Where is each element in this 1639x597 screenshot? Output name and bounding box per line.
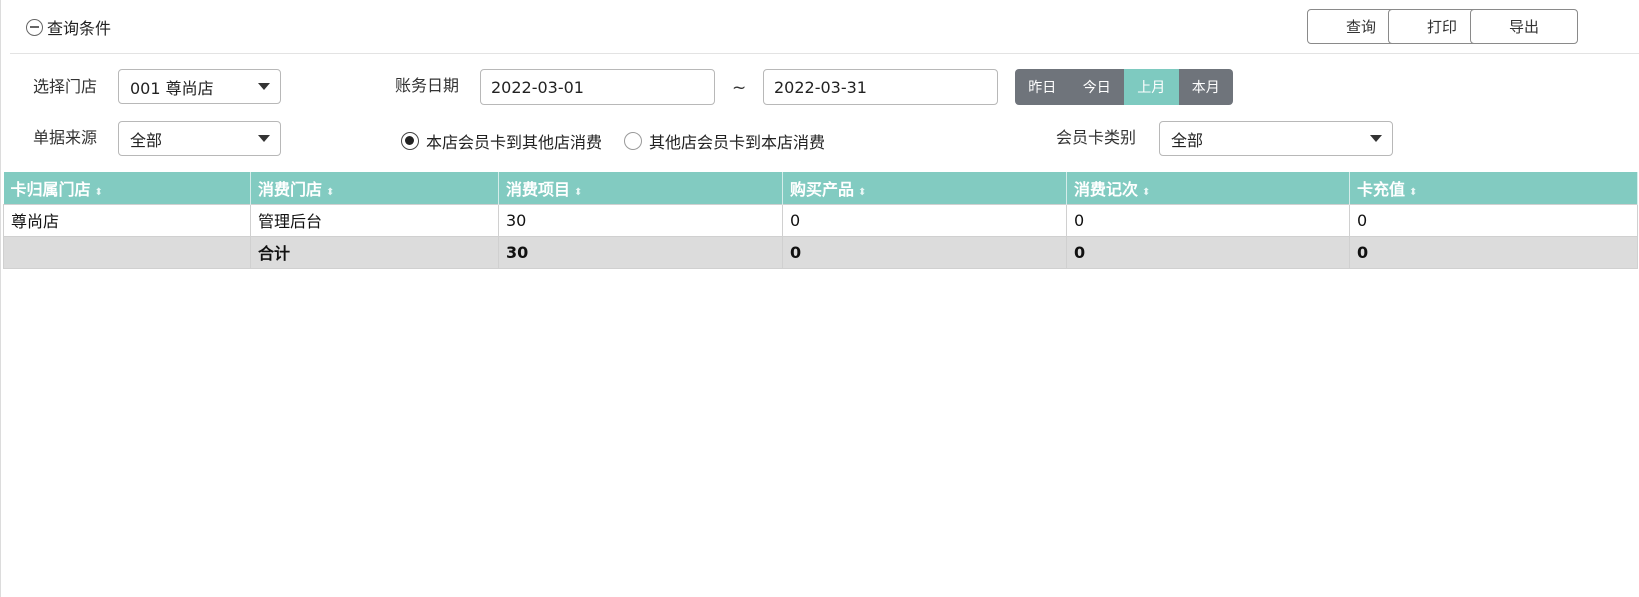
total-cell: 0 <box>782 235 1067 269</box>
table-cell: 30 <box>498 203 783 237</box>
sort-icon[interactable]: ⬍ <box>1142 187 1150 198</box>
radio-other-card-own-store[interactable]: 其他店会员卡到本店消费 <box>624 130 825 152</box>
total-cell: 0 <box>1349 235 1638 269</box>
total-cell <box>3 235 251 269</box>
source-select[interactable]: 全部 <box>118 121 281 156</box>
column-header[interactable]: 消费门店 ⬍ <box>250 172 499 204</box>
chevron-down-icon <box>258 135 270 142</box>
date-preset-group: 昨日 今日 上月 本月 <box>1015 69 1233 105</box>
chevron-down-icon <box>258 83 270 90</box>
sort-icon[interactable]: ⬍ <box>95 187 103 198</box>
table-cell: 0 <box>782 203 1067 237</box>
sort-icon[interactable]: ⬍ <box>858 187 866 198</box>
column-header[interactable]: 消费记次 ⬍ <box>1066 172 1350 204</box>
table-header-row: 卡归属门店 ⬍ 消费门店 ⬍ 消费项目 ⬍ 购买产品 ⬍ 消费记次 ⬍ 卡充值 ⬍ <box>3 172 1638 204</box>
source-label: 单据来源 <box>33 128 98 147</box>
export-button[interactable]: 导出 <box>1470 9 1578 44</box>
column-header[interactable]: 卡归属门店 ⬍ <box>3 172 251 204</box>
radio-own-card-other-store[interactable]: 本店会员卡到其他店消费 <box>401 130 602 152</box>
total-cell: 0 <box>1066 235 1350 269</box>
sort-icon[interactable]: ⬍ <box>574 187 582 198</box>
card-type-label: 会员卡类别 <box>1056 128 1137 147</box>
store-select[interactable]: 001 尊尚店 <box>118 69 281 104</box>
store-select-value: 001 尊尚店 <box>130 78 214 98</box>
table-row[interactable]: 尊尚店 管理后台 30 0 0 0 <box>3 203 1638 237</box>
radio-label: 其他店会员卡到本店消费 <box>649 133 826 152</box>
table-cell: 尊尚店 <box>3 203 251 237</box>
column-header[interactable]: 消费项目 ⬍ <box>498 172 783 204</box>
column-header[interactable]: 卡充值 ⬍ <box>1349 172 1638 204</box>
query-panel-header: 查询条件 查询 打印 导出 <box>10 0 1639 54</box>
table-cell: 0 <box>1066 203 1350 237</box>
table-cell: 0 <box>1349 203 1638 237</box>
card-type-select[interactable]: 全部 <box>1159 121 1393 156</box>
minus-circle-icon[interactable] <box>26 18 43 36</box>
chevron-down-icon <box>1370 135 1382 142</box>
total-cell: 30 <box>498 235 783 269</box>
panel-title: 查询条件 <box>47 19 112 38</box>
store-label: 选择门店 <box>33 77 98 96</box>
preset-yesterday-button[interactable]: 昨日 <box>1015 69 1070 105</box>
radio-checked-icon[interactable] <box>401 132 419 150</box>
table-cell: 管理后台 <box>250 203 499 237</box>
preset-this-month-button[interactable]: 本月 <box>1178 69 1233 105</box>
column-header[interactable]: 购买产品 ⬍ <box>782 172 1067 204</box>
card-type-select-value: 全部 <box>1171 130 1204 150</box>
collapse-toggle[interactable]: 查询条件 <box>26 15 111 39</box>
left-border <box>0 0 1 597</box>
sort-icon[interactable]: ⬍ <box>326 187 334 198</box>
preset-last-month-button[interactable]: 上月 <box>1124 69 1179 105</box>
account-date-label: 账务日期 <box>395 76 460 95</box>
total-row: 合计 30 0 0 0 <box>3 235 1638 269</box>
report-table: 卡归属门店 ⬍ 消费门店 ⬍ 消费项目 ⬍ 购买产品 ⬍ 消费记次 ⬍ 卡充值 ⬍ 尊尚店 … <box>3 172 1638 269</box>
date-range-separator: ~ <box>732 78 747 98</box>
start-date-input[interactable] <box>480 69 715 105</box>
preset-today-button[interactable]: 今日 <box>1069 69 1124 105</box>
source-select-value: 全部 <box>130 130 163 150</box>
total-label: 合计 <box>250 235 499 269</box>
sort-icon[interactable]: ⬍ <box>1409 187 1417 198</box>
radio-unchecked-icon[interactable] <box>624 132 642 150</box>
end-date-input[interactable] <box>763 69 998 105</box>
radio-label: 本店会员卡到其他店消费 <box>426 133 603 152</box>
